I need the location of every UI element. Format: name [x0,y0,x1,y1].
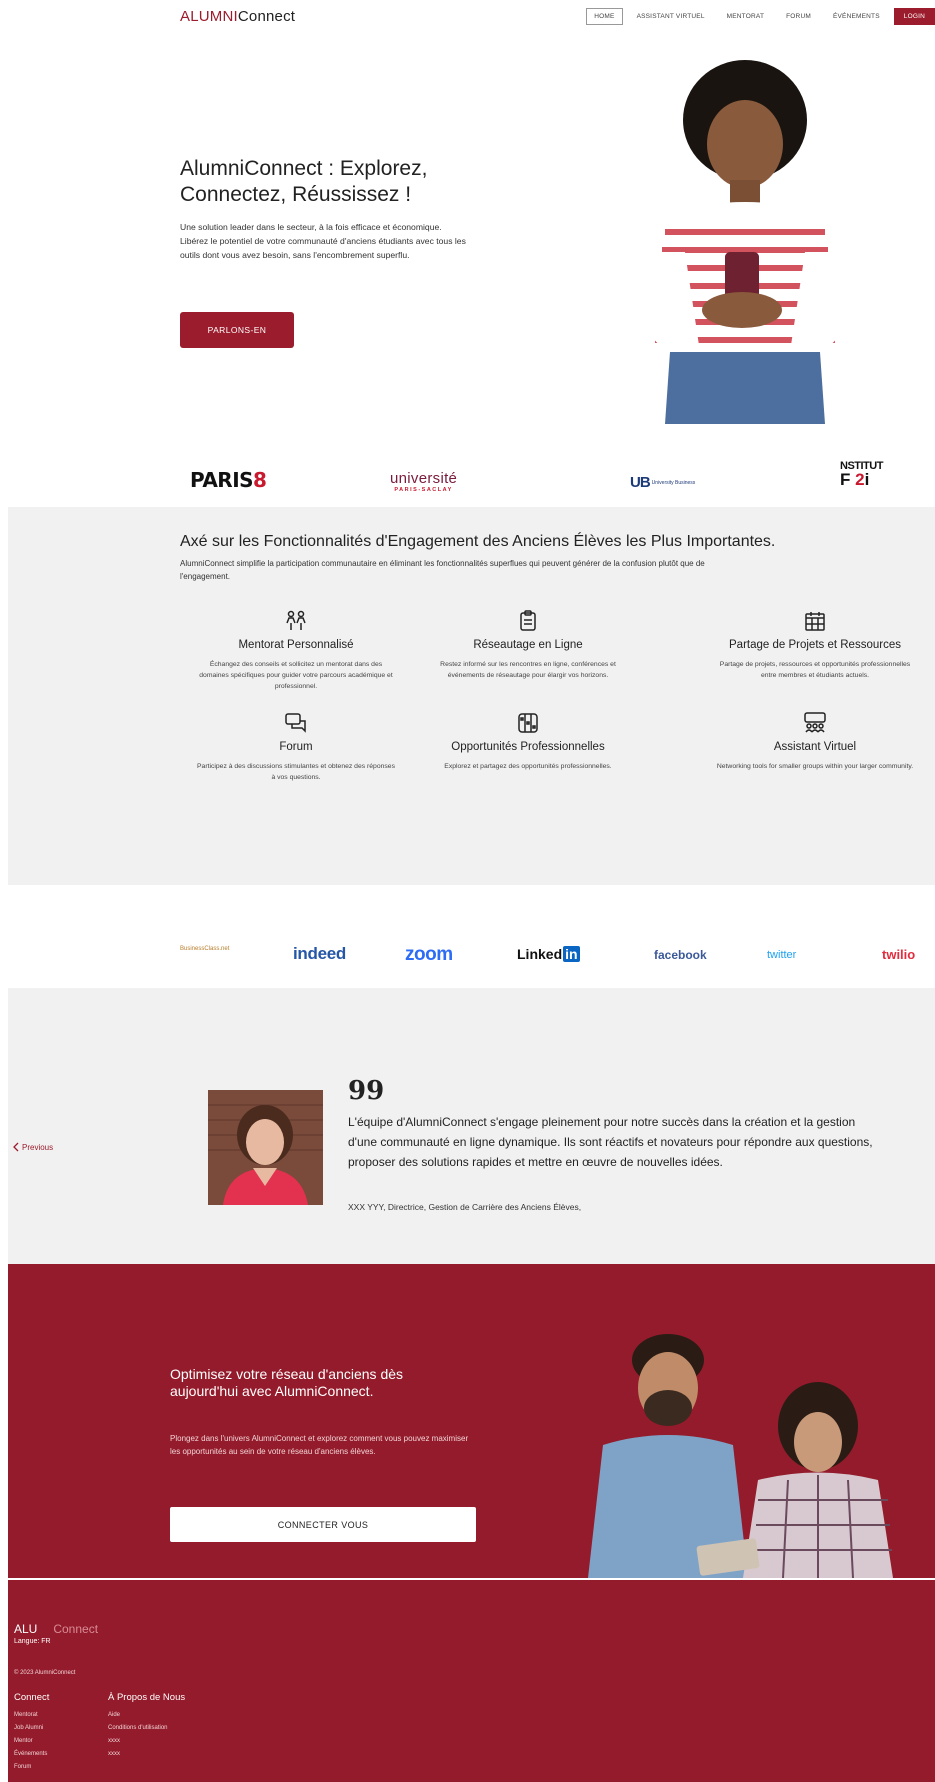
ub-logo-mark: UB [630,474,651,491]
calendar-icon [805,612,825,631]
users-icon [286,610,306,630]
clipboard-icon [520,610,536,631]
logo[interactable]: ALUMNIConnect [180,8,295,25]
feature-desc: Participez à des discussions stimulantes… [197,763,395,781]
feature-card: Mentorat Personnalisé Échangez des conse… [196,609,396,692]
footer-link[interactable]: Aide [108,1709,185,1722]
indeed-logo: indeed [293,944,346,963]
footer-link[interactable]: xxxx [108,1748,185,1761]
testimonial-section: Previous 99 L'équipe d'AlumniConnect s'e… [8,988,935,1264]
cta-text: Plongez dans l'univers AlumniConnect et … [170,1434,469,1456]
saclay-logo-text: université [390,470,458,487]
feature-title: Assistant Virtuel [773,741,857,753]
quote-icon: 99 [348,1076,385,1106]
logo-part-alumni: ALUMNI [180,8,238,25]
footer-link[interactable]: Mentorat [14,1709,49,1722]
ub-logo: UB University Business [630,474,695,491]
footer-col-connect: Connect Mentorat Job Alumni Mentor Événe… [14,1692,49,1774]
feature-card: Réseautage en Ligne Restez informé sur l… [428,609,628,681]
linkedin-logo-mark: in [563,946,580,962]
testimonial-photo [208,1090,323,1205]
linkedin-logo: Linked in [517,946,580,962]
parlons-en-button[interactable]: PARLONS-EN [180,312,294,348]
businessclass-logo: BusinessClass.net [180,946,230,952]
features-subtitle: AlumniConnect simplifie la participation… [180,559,705,581]
footer-logo-part2: Connect [53,1622,99,1636]
hero-text: Une solution leader dans le secteur, à l… [180,222,466,260]
feature-title: Opportunités Professionnelles [451,741,605,753]
footer-link[interactable]: Mentor [14,1735,49,1748]
feature-title: Forum [279,741,313,753]
testimonial-quote: L'équipe d'AlumniConnect s'engage pleine… [348,1115,873,1169]
paris8-logo-text: PARIS [190,468,254,492]
feature-desc: Restez informé sur les rencontres en lig… [440,661,616,679]
twilio-logo: twilio [882,947,915,962]
saclay-logo-subtext: PARIS-SACLAY [394,487,453,493]
previous-button[interactable]: Previous [12,1142,53,1152]
brand-logos: BusinessClass.net indeed zoom Linked in f… [180,940,935,970]
footer-logo-part1: ALU [14,1622,38,1636]
copyright: © 2023 AlumniConnect [14,1670,76,1676]
feature-desc: Partage de projets, ressources et opport… [719,661,911,679]
group-icon [804,712,826,733]
header: ALUMNIConnect HOME ASSISTANT VIRTUEL MEN… [0,0,935,38]
hero-title: AlumniConnect : Explorez, Connectez, Réu… [180,157,428,206]
feature-card: Assistant Virtuel Networking tools for s… [715,711,915,772]
nav-home[interactable]: HOME [586,8,623,25]
f2i-logo-suffix: i [864,470,870,489]
connecter-vous-button[interactable]: CONNECTER VOUS [170,1507,476,1542]
footer-link[interactable]: xxxx [108,1735,185,1748]
f2i-logo-number: 2 [855,470,865,489]
footer-col-title: À Propos de Nous [108,1692,186,1703]
nav-evenements[interactable]: ÉVÉNEMENTS [825,8,888,25]
language-selector[interactable]: Langue: FR [14,1638,51,1645]
ub-logo-text: University Business [651,479,696,486]
previous-label: Previous [22,1142,54,1152]
cta-people-image [588,1334,893,1578]
saclay-logo: université PARIS-SACLAY [390,470,457,493]
feature-card: Partage de Projets et Ressources Partage… [715,609,915,681]
feature-title: Réseautage en Ligne [473,639,583,651]
feature-card: Opportunités Professionnelles Explorez e… [428,711,628,772]
features-title: Axé sur les Fonctionnalités d'Engagement… [180,533,776,550]
footer-logo[interactable]: ALU Connect [14,1622,98,1636]
feature-card: Forum Participez à des discussions stimu… [196,711,396,783]
chevron-left-icon [13,1142,19,1152]
partner-logos: PARIS8 université PARIS-SACLAY UB Univer… [190,460,935,508]
nav-forum[interactable]: FORUM [778,8,819,25]
paris8-logo: PARIS8 [190,468,267,492]
main-nav: HOME ASSISTANT VIRTUEL MENTORAT FORUM ÉV… [586,8,935,25]
linkedin-logo-text: Linked [517,946,563,962]
footer-col-about: À Propos de Nous Aide Conditions d'utili… [108,1692,185,1761]
nav-mentorat[interactable]: MENTORAT [719,8,772,25]
footer-link[interactable]: Forum [14,1761,49,1774]
footer-link[interactable]: Job Alumni [14,1722,49,1735]
testimonial-author: XXX YYY, Directrice, Gestion de Carrière… [348,1202,582,1212]
footer: ALU Connect Langue: FR © 2023 AlumniConne… [8,1580,935,1782]
features-section: Axé sur les Fonctionnalités d'Engagement… [8,507,935,885]
briefcase-icon [518,713,538,733]
feature-desc: Networking tools for smaller groups with… [716,763,914,770]
feature-desc: Échangez des conseils et sollicitez un m… [199,661,393,690]
facebook-logo: facebook [654,948,707,962]
footer-col-title: Connect [14,1692,50,1703]
zoom-logo: zoom [405,944,453,965]
twitter-logo: twitter [767,949,797,961]
footer-link[interactable]: Événements [14,1748,49,1761]
footer-link[interactable]: Conditions d'utilisation [108,1722,185,1735]
feature-title: Mentorat Personnalisé [238,639,354,651]
paris8-logo-number: 8 [253,468,267,492]
twilio-logo-text: twilio [882,947,916,962]
cta-section: Optimisez votre réseau d'anciens dès auj… [8,1264,935,1578]
nav-assistant-virtuel[interactable]: ASSISTANT VIRTUEL [629,8,713,25]
feature-title: Partage de Projets et Ressources [729,639,901,651]
f2i-logo-letter: F [840,470,851,489]
hero-woman-image [638,60,852,424]
cta-title: Optimisez votre réseau d'anciens dès auj… [170,1366,404,1399]
feature-desc: Explorez et partagez des opportunités pr… [444,763,612,770]
logo-part-connect: Connect [237,8,296,25]
chat-icon [285,713,306,733]
f2i-logo: NSTITUT F 2i [840,460,883,488]
login-button[interactable]: LOGIN [893,8,935,25]
